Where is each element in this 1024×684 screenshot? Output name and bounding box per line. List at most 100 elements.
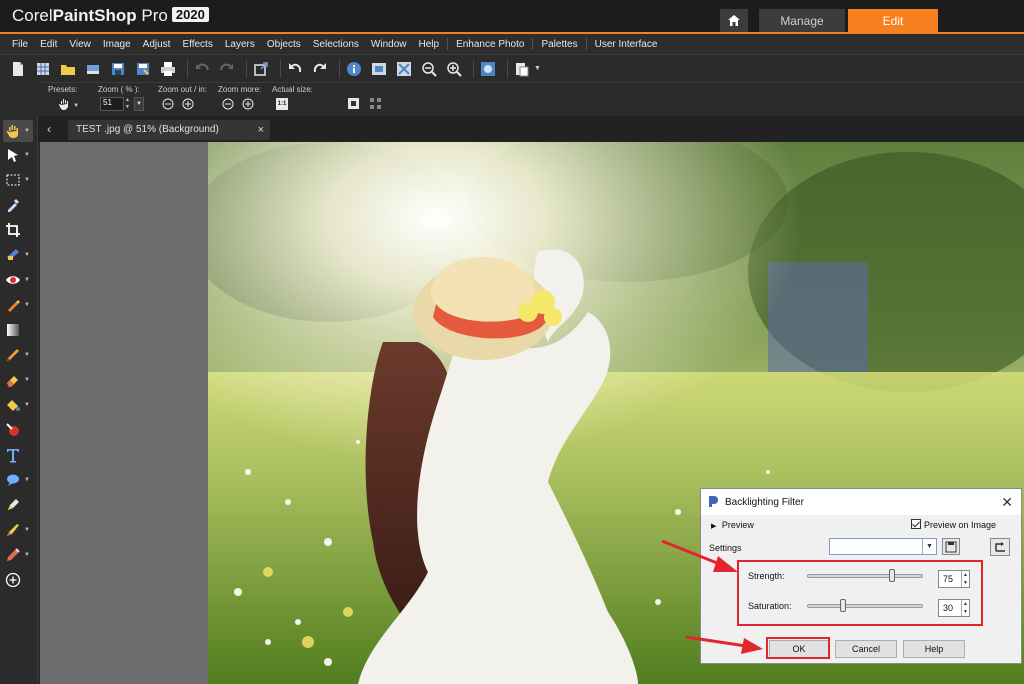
scanner-icon [87, 64, 99, 74]
actual-size-button[interactable]: 1:1 [276, 98, 288, 110]
checkbox-checked-icon [911, 519, 921, 529]
toolbar-separator [339, 59, 340, 78]
menu-view[interactable]: View [63, 39, 97, 50]
menu-objects[interactable]: Objects [261, 39, 307, 50]
dialog-title: Backlighting Filter [725, 497, 804, 508]
minus-circle-icon [162, 98, 174, 110]
straighten-tool[interactable]: ▼ [3, 244, 33, 266]
add-tool-button[interactable] [3, 569, 33, 591]
presets-label: Presets: [48, 85, 78, 94]
print-icon [161, 61, 175, 76]
makeover-tool[interactable]: ▼ [3, 294, 33, 316]
chevron-down-icon: ▼ [24, 128, 30, 134]
close-icon[interactable]: × [258, 120, 264, 140]
help-button[interactable]: Help [903, 640, 965, 658]
zoom-more-label: Zoom more: [218, 85, 262, 94]
save-preset-button[interactable] [942, 538, 960, 555]
pick-tool[interactable]: ▼ [3, 144, 33, 166]
option-zoom-out-button[interactable] [162, 98, 174, 113]
zoom-more-out-button[interactable] [222, 98, 234, 113]
document-tab[interactable]: TEST .jpg @ 51% (Background) × [68, 120, 270, 140]
chevron-down-icon: ▼ [24, 352, 30, 358]
art-brush-icon [7, 524, 19, 536]
reset-defaults-button[interactable] [990, 538, 1010, 556]
home-icon [728, 15, 740, 26]
zoom-percent-input[interactable]: 51 [100, 97, 124, 111]
presets-dropdown[interactable]: ▼ [58, 98, 80, 112]
new-from-template-button[interactable] [33, 59, 53, 79]
menu-palettes[interactable]: Palettes [535, 39, 583, 50]
menu-edit[interactable]: Edit [34, 39, 63, 50]
fit-window-icon [372, 62, 386, 75]
menu-image[interactable]: Image [97, 39, 137, 50]
redo-disabled-button[interactable] [217, 59, 237, 79]
menu-selections[interactable]: Selections [307, 39, 365, 50]
info-icon [347, 61, 361, 76]
ok-highlight-box [766, 637, 830, 659]
crop-tool[interactable] [3, 219, 33, 241]
zoom-more-in-button[interactable] [242, 98, 254, 113]
menu-effects[interactable]: Effects [176, 39, 218, 50]
edit-tab[interactable]: Edit [848, 9, 938, 32]
eraser-tool[interactable]: ▼ [3, 369, 33, 391]
menu-user-interface[interactable]: User Interface [589, 39, 664, 50]
paint-brush-tool[interactable]: ▼ [3, 344, 33, 366]
zoom-percent-dropdown[interactable]: ▼ [134, 97, 144, 111]
resize-button[interactable] [251, 59, 271, 79]
menu-layers[interactable]: Layers [219, 39, 261, 50]
shape-tool[interactable]: ▼ [3, 469, 33, 491]
toolbar-separator [246, 59, 247, 78]
screen-capture-icon [481, 61, 495, 76]
new-file-button[interactable] [8, 59, 28, 79]
save-button[interactable] [108, 59, 128, 79]
manage-tab[interactable]: Manage [759, 9, 845, 32]
menu-window[interactable]: Window [365, 39, 413, 50]
art-media-tool[interactable]: ▼ [3, 519, 33, 541]
dropper-tool[interactable] [3, 194, 33, 216]
menu-help[interactable]: Help [412, 39, 445, 50]
info-button[interactable] [344, 59, 364, 79]
red-eye-tool[interactable]: ▼ [3, 269, 33, 291]
menu-enhance-photo[interactable]: Enhance Photo [450, 39, 530, 50]
chevron-down-icon: ▼ [534, 65, 541, 72]
eyedropper-icon [8, 198, 20, 212]
zoom-out-button[interactable] [419, 59, 439, 79]
selection-tool[interactable]: ▼ [3, 169, 33, 191]
chevron-down-icon: ▼ [24, 552, 30, 558]
preview-toggle[interactable]: ▶ Preview [711, 520, 754, 530]
gradient-tool[interactable] [3, 319, 33, 341]
close-icon[interactable]: ✕ [1001, 494, 1013, 511]
pan-tool[interactable]: ▼ [3, 120, 33, 142]
undo-disabled-button[interactable] [192, 59, 212, 79]
undo-button[interactable] [285, 59, 305, 79]
print-button[interactable] [158, 59, 178, 79]
settings-dropdown[interactable]: ▼ [829, 538, 937, 555]
preview-toggle-label: Preview [721, 520, 754, 530]
chevron-left-icon[interactable]: ‹ [42, 122, 56, 136]
open-button[interactable] [58, 59, 78, 79]
fill-tool[interactable]: ▼ [3, 394, 33, 416]
color-changer-tool[interactable] [3, 419, 33, 441]
full-screen-button[interactable] [394, 59, 414, 79]
menu-file[interactable]: File [6, 39, 34, 50]
pen-tool[interactable] [3, 494, 33, 516]
folder-icon [61, 64, 75, 75]
preview-on-image-checkbox[interactable]: Preview on Image [911, 519, 996, 530]
scan-button[interactable] [83, 59, 103, 79]
home-tab-button[interactable] [720, 9, 748, 32]
zoom-in-button[interactable] [444, 59, 464, 79]
option-zoom-in-button[interactable] [182, 98, 194, 113]
redo-button[interactable] [310, 59, 330, 79]
zoom-fit-button[interactable] [369, 59, 389, 79]
resize-icon [254, 61, 268, 76]
zoom-percent-spinner[interactable]: ▲ ▼ [125, 97, 133, 111]
cancel-button[interactable]: Cancel [835, 640, 897, 658]
warp-brush-tool[interactable]: ▼ [3, 544, 33, 566]
paste-dropdown-button[interactable] [512, 59, 532, 79]
fit-window-option-button[interactable] [370, 98, 381, 112]
text-tool[interactable] [3, 444, 33, 466]
fit-image-button[interactable] [348, 98, 359, 112]
screen-capture-button[interactable] [478, 59, 498, 79]
menu-adjust[interactable]: Adjust [137, 39, 177, 50]
save-as-button[interactable] [133, 59, 153, 79]
